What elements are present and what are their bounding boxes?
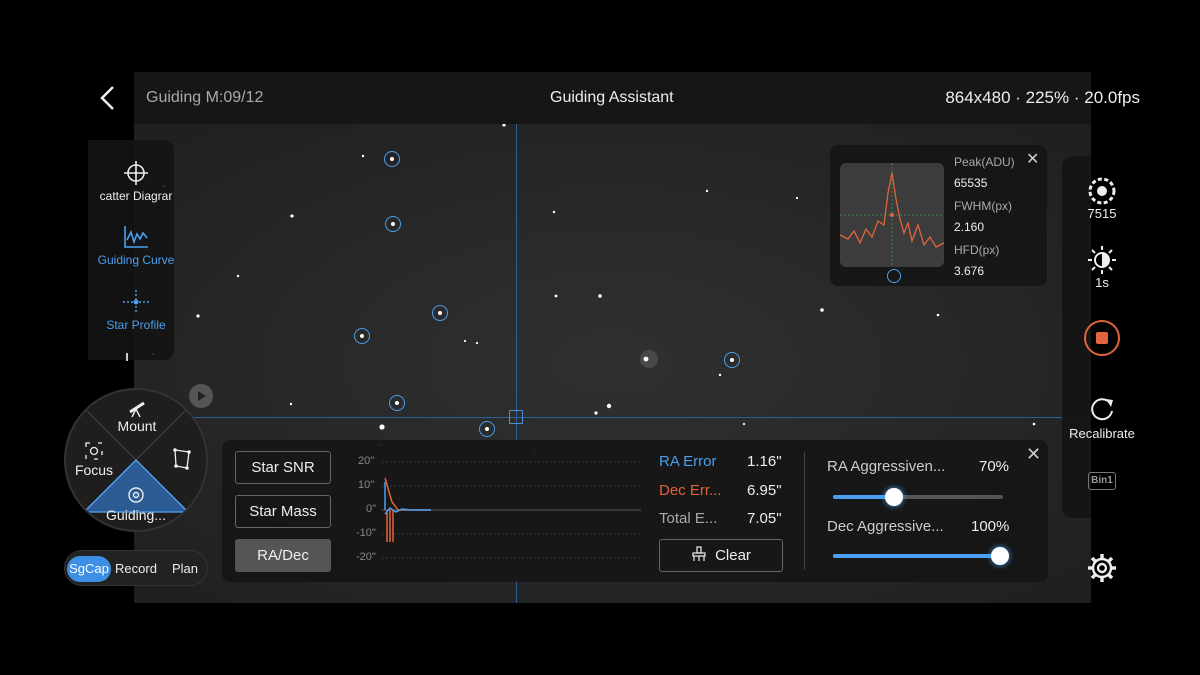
exposure-count-button[interactable]: 7515 (1070, 176, 1134, 221)
fwhm-value: 2.160 (954, 220, 985, 234)
ra-aggressiveness-value: 70% (979, 458, 1010, 475)
stop-button[interactable] (1084, 320, 1120, 356)
clear-label: Clear (715, 547, 751, 564)
recalibrate-icon (1091, 398, 1113, 421)
back-button[interactable] (96, 84, 120, 112)
star-snr-button[interactable]: Star SNR (235, 451, 331, 484)
guiding-icon (128, 487, 144, 503)
star-marker[interactable] (384, 151, 400, 167)
bin-label: Bin1 (1091, 475, 1113, 486)
wheel-guiding-label: Guiding... (106, 507, 166, 523)
hfd-value: 3.676 (954, 264, 985, 278)
dec-error-value: 6.95" (747, 482, 782, 499)
tool-label: catter Diagrar (99, 189, 173, 203)
wheel-guiding[interactable]: Guiding... (100, 485, 172, 523)
dec-aggressiveness-slider[interactable] (833, 545, 1009, 567)
star-marker[interactable] (354, 328, 370, 344)
mode-sgcap[interactable]: SgCap (67, 556, 111, 582)
exposure-count-icon (1088, 177, 1116, 205)
stop-icon (1096, 332, 1108, 344)
dec-aggressiveness-label: Dec Aggressive... (827, 518, 944, 535)
star-marker[interactable] (479, 421, 495, 437)
ra-error-label: RA Error (659, 453, 717, 470)
ra-dec-button[interactable]: RA/Dec (235, 539, 331, 572)
crosshair-icon (124, 161, 148, 185)
panel-close-button[interactable]: ✕ (1026, 444, 1041, 465)
guiding-curve-icon (124, 226, 148, 248)
recalibrate-label: Recalibrate (1069, 426, 1135, 441)
screen: Guiding M:09/12 Guiding Assistant 864x48… (0, 0, 1200, 675)
guiding-status: Guiding M:09/12 (146, 89, 264, 106)
star-profile-panel: Peak(ADU) 65535 FWHM(px) 2.160 HFD(px) 3… (830, 145, 1047, 286)
star-profile-thumbnail (840, 163, 944, 267)
guide-box (509, 410, 523, 424)
wheel-focus-label: Focus (74, 462, 114, 478)
exposure-time-label: 1s (1095, 275, 1109, 290)
resolution-info: 864x480 · 225% · 20.0fps (945, 88, 1140, 107)
focus-icon (85, 442, 103, 460)
wheel-mount-label: Mount (117, 418, 157, 434)
slider-fill (833, 495, 893, 499)
slider-fill (833, 554, 999, 558)
total-error-value: 7.05" (747, 510, 782, 527)
crosshair-horizontal (134, 417, 1091, 418)
wheel-focus[interactable]: Focus (70, 442, 118, 478)
wheel-framing[interactable] (170, 446, 194, 475)
tool-scatter-diagram[interactable]: catter Diagrar (88, 160, 184, 203)
scroll-indicator (126, 353, 128, 361)
telescope-icon (129, 401, 145, 418)
graph-lines (382, 461, 641, 559)
peak-value: 65535 (954, 176, 988, 190)
star-profile-close-button[interactable]: ✕ (1026, 149, 1039, 169)
ra-error-value: 1.16" (747, 453, 782, 470)
star-marker[interactable] (385, 216, 401, 232)
guiding-graph: 20" 10" 0" -10" -20" (356, 452, 641, 572)
slider-knob[interactable] (991, 547, 1009, 565)
dec-error-label: Dec Err... (659, 482, 722, 499)
exposure-time-button[interactable]: 1s (1070, 245, 1134, 290)
tool-label: Guiding Curve (97, 253, 175, 267)
framing-icon (173, 448, 191, 470)
sun-icon (1088, 246, 1116, 274)
recalibrate-button[interactable]: Recalibrate (1066, 395, 1138, 441)
clear-button[interactable]: Clear (659, 539, 783, 572)
star-marker[interactable] (389, 395, 405, 411)
ra-aggressiveness-label: RA Aggressiven... (827, 458, 946, 475)
tool-label: Star Profile (106, 318, 166, 332)
peak-label: Peak(ADU) (954, 155, 1015, 169)
hfd-label: HFD(px) (954, 243, 1000, 257)
star-mass-button[interactable]: Star Mass (235, 495, 331, 528)
chevron-left-icon (100, 86, 114, 110)
slider-knob[interactable] (885, 488, 903, 506)
total-error-label: Total E... (659, 510, 718, 527)
ra-aggressiveness-slider[interactable] (833, 486, 1003, 508)
gear-icon (1088, 554, 1116, 582)
mode-record[interactable]: Record (113, 556, 159, 582)
star-marker[interactable] (432, 305, 448, 321)
bin-button[interactable]: Bin1 (1088, 472, 1116, 490)
wheel-mount[interactable]: Mount (110, 398, 164, 434)
panel-divider (804, 452, 805, 570)
fwhm-label: FWHM(px) (954, 199, 1012, 213)
tool-guiding-curve[interactable]: Guiding Curve (88, 224, 184, 267)
star-profile-plot (840, 163, 944, 267)
mode-plan[interactable]: Plan (165, 556, 205, 582)
guiding-panel: Star SNR Star Mass RA/Dec 20" 10" 0" -10… (222, 440, 1048, 582)
page-title: Guiding Assistant (550, 89, 674, 106)
exposure-count-label: 7515 (1087, 206, 1117, 221)
broom-icon (692, 546, 706, 561)
settings-button[interactable] (1086, 552, 1118, 584)
star-profile-icon (123, 290, 149, 314)
tool-star-profile[interactable]: Star Profile (88, 289, 184, 332)
mode-selector: SgCap Record Plan (64, 550, 208, 586)
star-profile-marker (887, 269, 901, 283)
star-marker[interactable] (724, 352, 740, 368)
dec-aggressiveness-value: 100% (971, 518, 1010, 535)
